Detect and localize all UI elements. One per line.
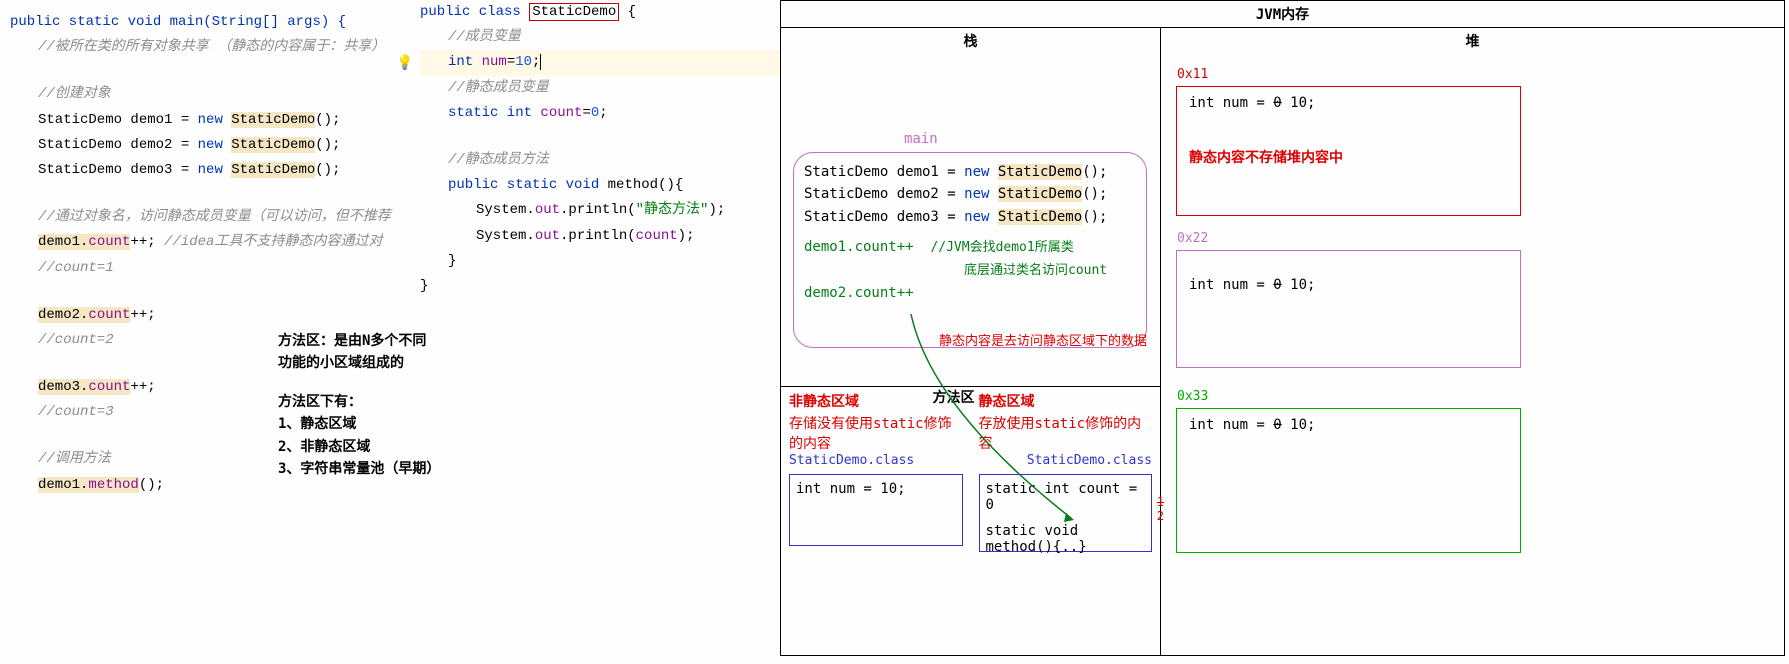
heap-column: 堆 0x11 int num = 0 10; 静态内容不存储堆内容中 0x22 … xyxy=(1161,27,1784,655)
lightbulb-icon[interactable]: 💡 xyxy=(396,52,413,77)
stack-column: 栈 main StaticDemo demo1 = new StaticDemo… xyxy=(781,27,1161,655)
heap-object-0x11: 0x11 int num = 0 10; 静态内容不存储堆内容中 xyxy=(1176,86,1521,216)
jvm-memory-diagram: JVM内存 栈 main StaticDemo demo1 = new Stat… xyxy=(780,0,1785,656)
heap-object-0x22: 0x22 int num = 0 10; xyxy=(1176,250,1521,368)
middle-code-block: public class StaticDemo { //成员变量 💡 int n… xyxy=(420,0,780,299)
method-area: 非静态区域 存储没有使用static修饰的内容 StaticDemo.class… xyxy=(781,386,1160,655)
heap-object-0x33: 0x33 int num = 0 10; xyxy=(1176,408,1521,553)
main-stack-frame: main StaticDemo demo1 = new StaticDemo()… xyxy=(793,152,1147,348)
method-area-notes: 方法区：是由N多个不同功能的小区域组成的 方法区下有： 1、静态区域 2、非静态… xyxy=(278,330,578,480)
